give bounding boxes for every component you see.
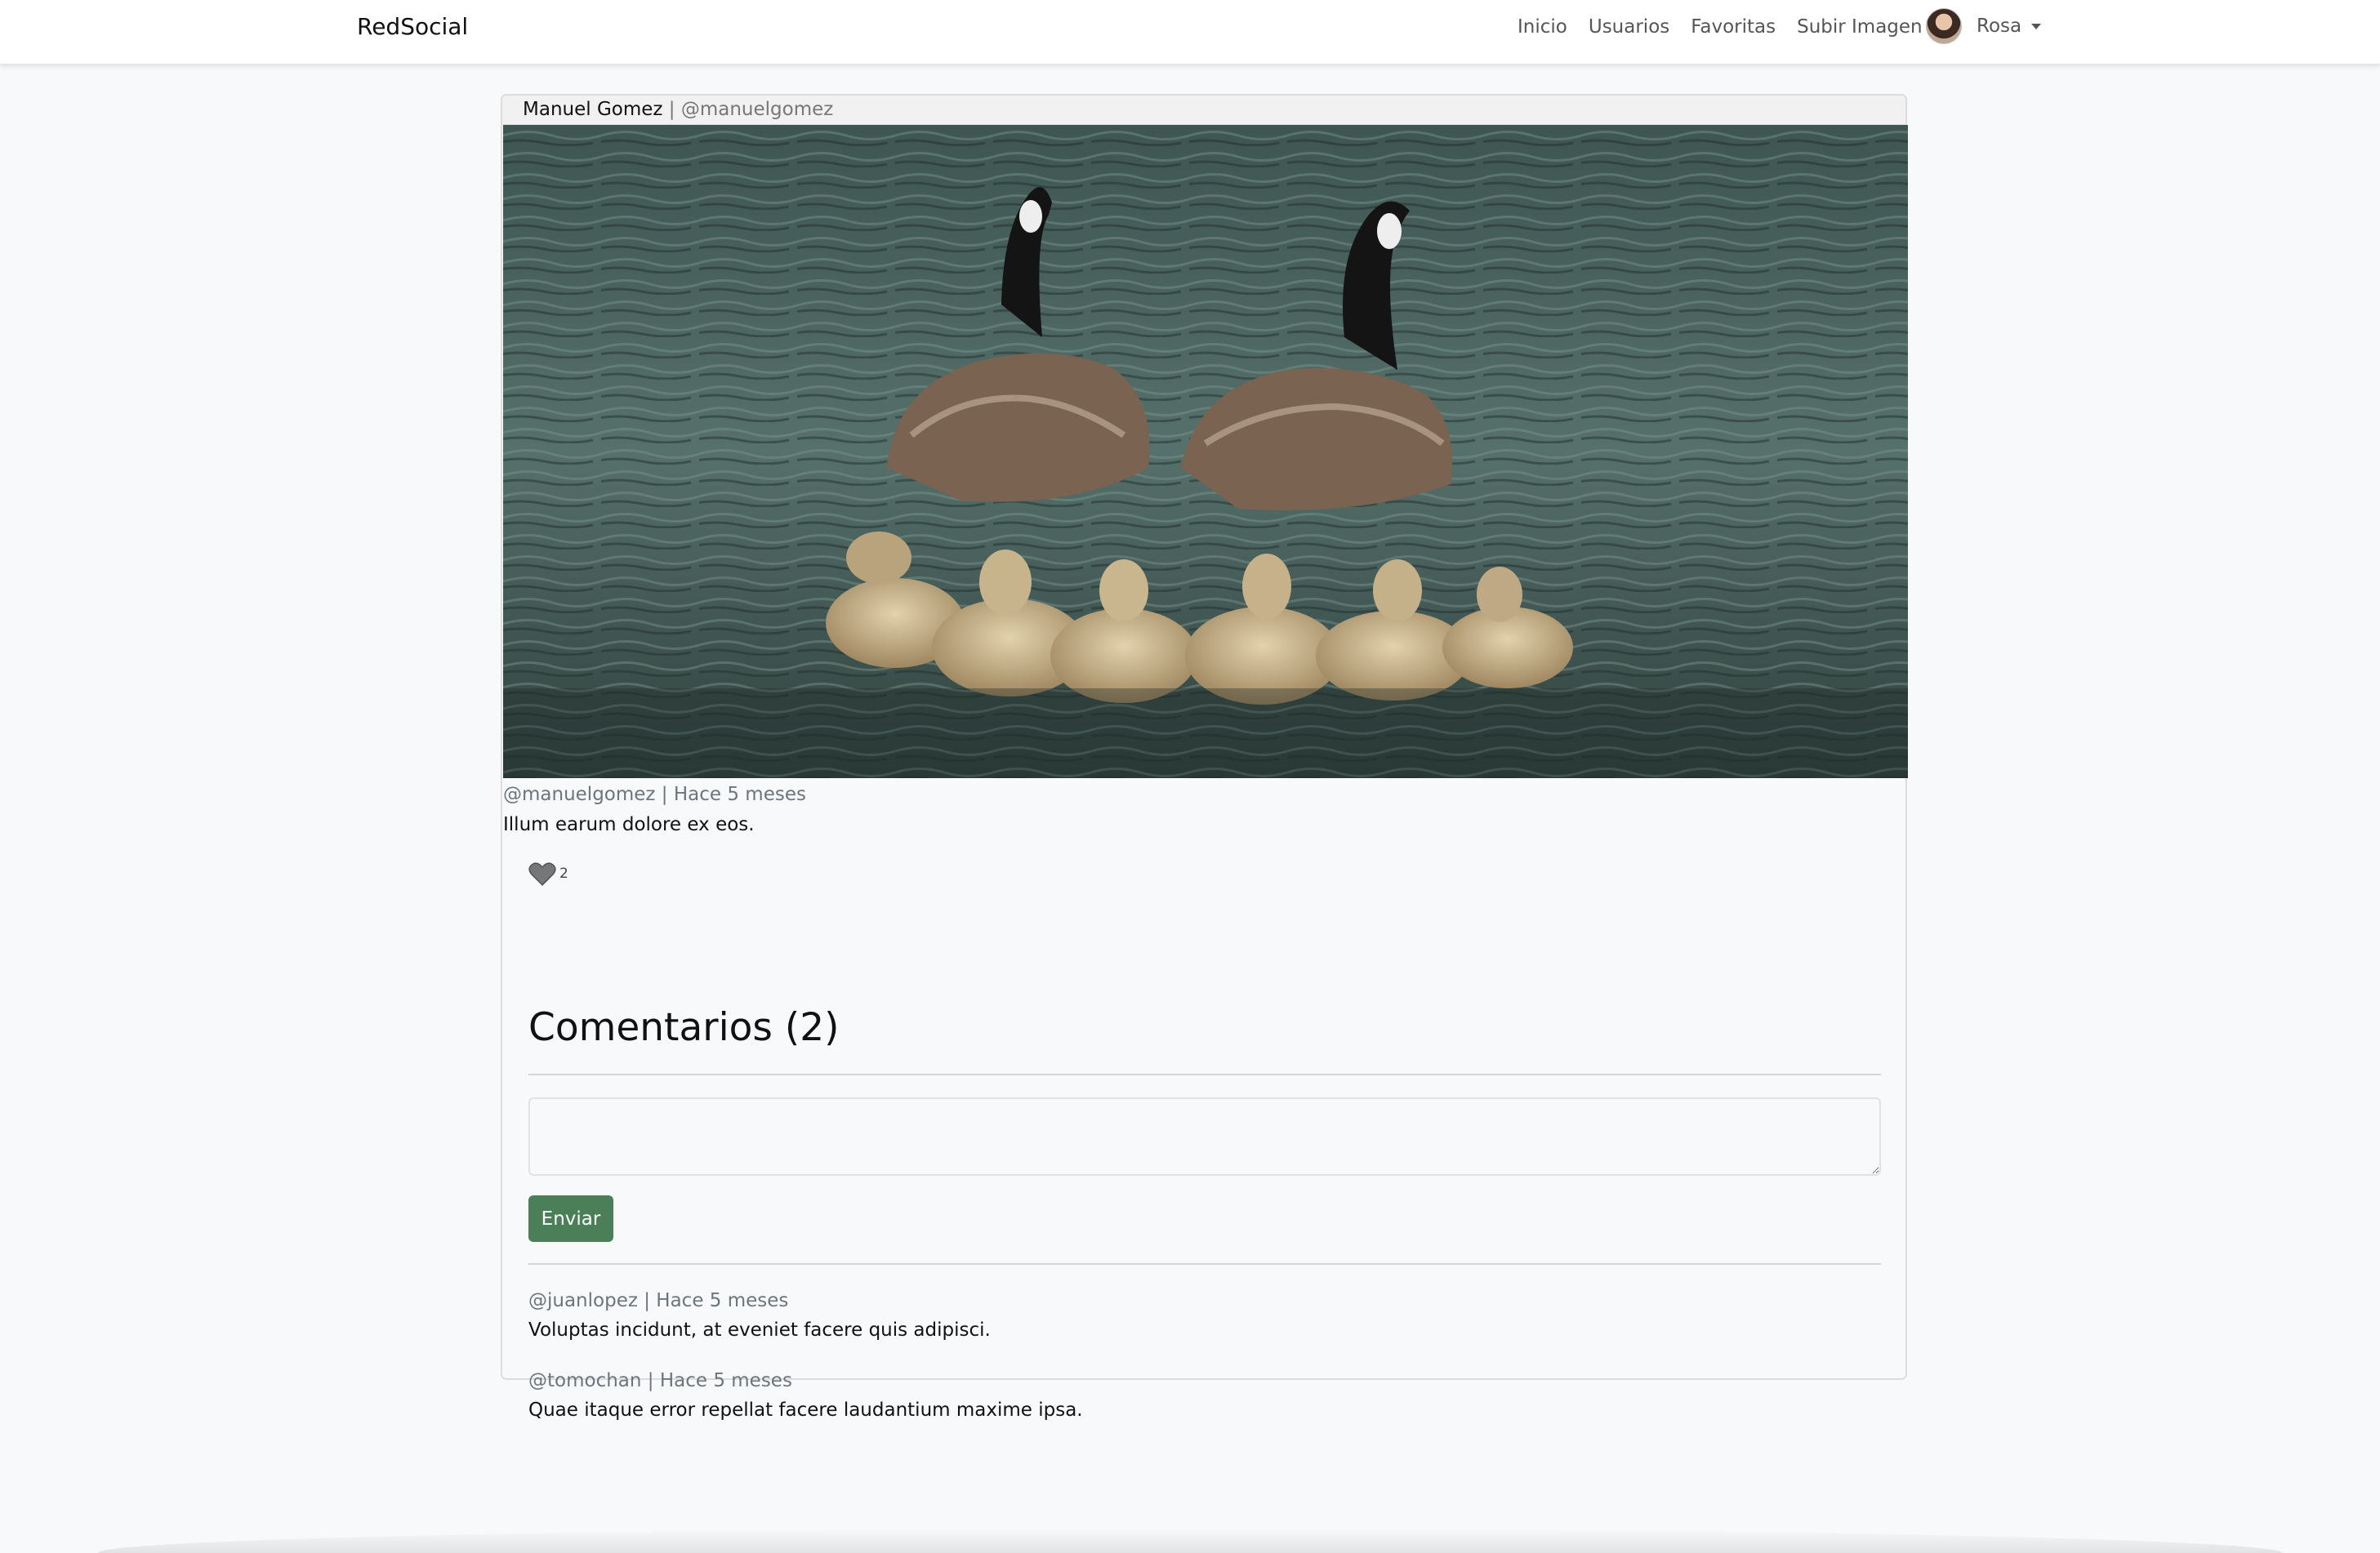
post-description: Illum earum dolore ex eos. (503, 814, 755, 835)
nav-link-usuarios[interactable]: Usuarios (1589, 13, 1669, 41)
top-navbar: RedSocial Inicio Usuarios Favoritas Subi… (0, 0, 2380, 65)
author-name: Manuel Gomez (523, 99, 663, 120)
like-button[interactable]: 2 (528, 861, 568, 886)
header-separator: | (662, 99, 681, 120)
comment-text: Voluptas incidunt, at eveniet facere qui… (528, 1319, 991, 1341)
post-meta: @manuelgomez | Hace 5 meses (503, 784, 806, 805)
user-menu-dropdown[interactable]: Rosa (1926, 7, 2042, 46)
nav-link-favoritas[interactable]: Favoritas (1691, 13, 1776, 41)
caret-down-icon (2031, 23, 2042, 29)
author-nick: @manuelgomez (680, 99, 834, 120)
user-name: Rosa (1977, 16, 2022, 37)
nav-link-inicio[interactable]: Inicio (1518, 13, 1567, 41)
post-header: Manuel Gomez | @manuelgomez (502, 96, 1905, 125)
comment-meta: @juanlopez | Hace 5 meses (528, 1290, 789, 1311)
brand-link[interactable]: RedSocial (357, 11, 468, 42)
like-count: 2 (559, 865, 568, 882)
nav-link-subir-imagen[interactable]: Subir Imagen (1797, 13, 1923, 41)
send-button[interactable]: Enviar (528, 1195, 613, 1242)
comment-meta: @tomochan | Hace 5 meses (528, 1370, 792, 1391)
divider (528, 1074, 1881, 1075)
comment-input[interactable] (528, 1097, 1881, 1176)
avatar (1926, 8, 1962, 44)
comments-title: Comentarios (2) (528, 1005, 840, 1050)
post-image[interactable] (503, 125, 1908, 778)
comment-text: Quae itaque error repellat facere laudan… (528, 1399, 1083, 1421)
divider (528, 1263, 1881, 1265)
heart-icon (528, 862, 556, 886)
comment-item: @tomochan | Hace 5 meses Quae itaque err… (528, 1367, 1083, 1424)
comment-item: @juanlopez | Hace 5 meses Voluptas incid… (528, 1287, 991, 1344)
post-card: Manuel Gomez | @manuelgomez @manuelgomez… (501, 94, 1908, 1421)
nav-links: Inicio Usuarios Favoritas Subir Imagen (1518, 13, 1923, 41)
footer-shadow (98, 1529, 2282, 1553)
post-image-geese (503, 125, 1908, 778)
